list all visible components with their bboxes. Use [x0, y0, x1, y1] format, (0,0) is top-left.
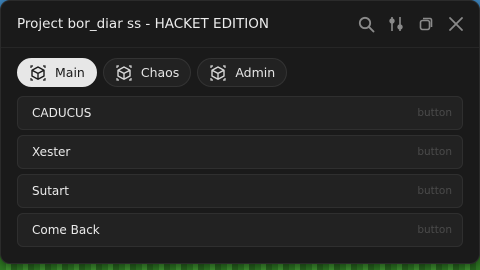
sutart-button[interactable]: Sutart button [17, 174, 463, 208]
element-type-label: button [417, 107, 452, 119]
button-label: CADUCUS [32, 106, 92, 120]
search-icon[interactable] [357, 15, 375, 33]
tab-label: Main [55, 65, 85, 80]
window-controls [357, 15, 465, 33]
come-back-button[interactable]: Come Back button [17, 213, 463, 247]
settings-sliders-icon[interactable] [387, 15, 405, 33]
cube-icon [115, 64, 133, 82]
button-list: CADUCUS button Xester button Sutart butt… [1, 96, 479, 247]
button-label: Sutart [32, 184, 69, 198]
tab-admin[interactable]: Admin [197, 58, 288, 87]
title-bar[interactable]: Project bor_diar ss - HACKET EDITION [1, 1, 479, 48]
xester-button[interactable]: Xester button [17, 135, 463, 169]
tab-chaos[interactable]: Chaos [102, 58, 192, 87]
cube-icon [29, 64, 47, 82]
button-label: Xester [32, 145, 71, 159]
tab-main[interactable]: Main [17, 58, 97, 87]
cube-icon [209, 64, 227, 82]
caducus-button[interactable]: CADUCUS button [17, 96, 463, 130]
close-icon[interactable] [447, 15, 465, 33]
element-type-label: button [417, 224, 452, 236]
button-label: Come Back [32, 223, 100, 237]
minimize-icon[interactable] [417, 15, 435, 33]
element-type-label: button [417, 146, 452, 158]
tab-bar: Main Chaos Admin [1, 48, 479, 96]
tab-label: Admin [235, 65, 276, 80]
tab-label: Chaos [140, 65, 180, 80]
window-title: Project bor_diar ss - HACKET EDITION [17, 16, 269, 32]
element-type-label: button [417, 185, 452, 197]
script-hub-window: Project bor_diar ss - HACKET EDITION Mai… [0, 0, 480, 264]
